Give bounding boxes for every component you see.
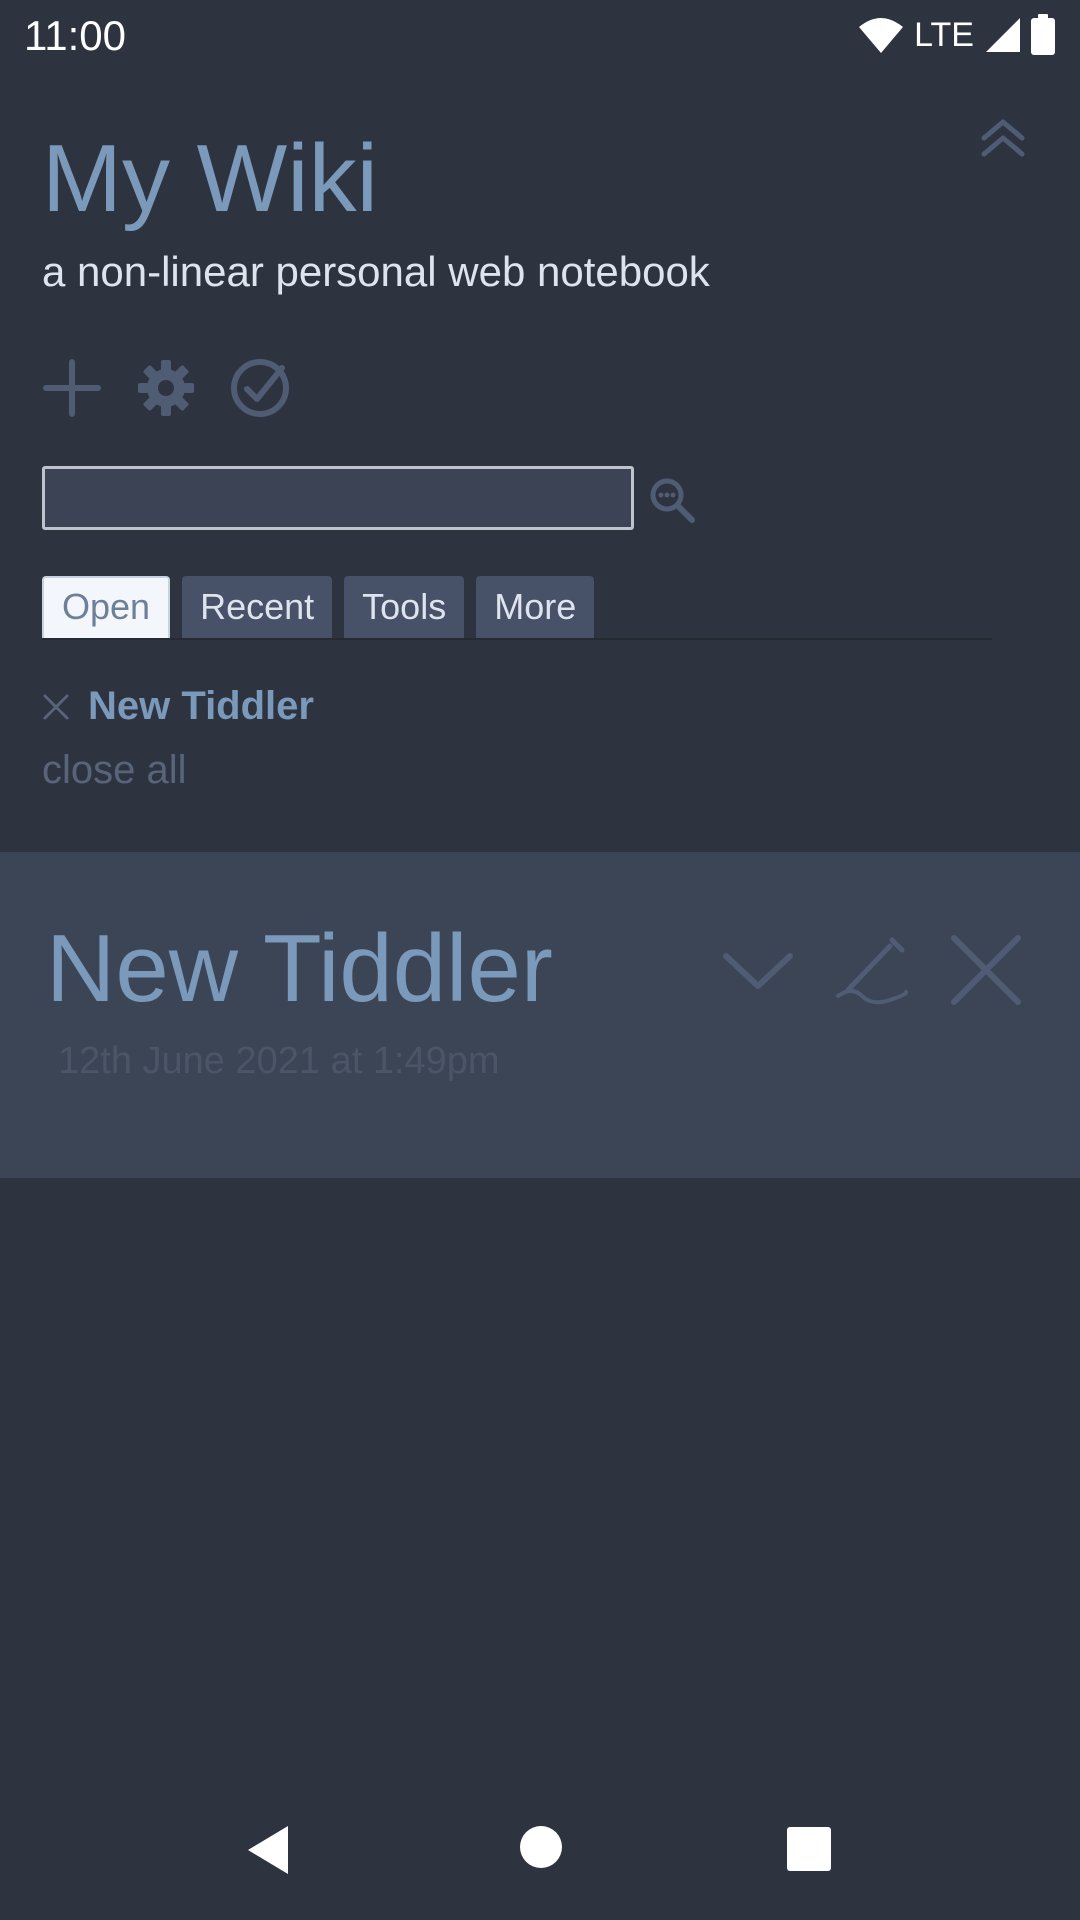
status-bar: 11:00 LTE: [0, 0, 1080, 72]
chevron-down-icon[interactable]: [718, 930, 798, 1010]
home-icon[interactable]: [518, 1824, 564, 1870]
status-time: 11:00: [24, 12, 126, 59]
page-toolbar: [40, 356, 292, 420]
tab-open[interactable]: Open: [42, 576, 171, 638]
collapse-sidebar-icon[interactable]: [978, 116, 1028, 160]
tiddler-panel: New Tiddler 12th June 2021 at 1:49pm: [0, 852, 1080, 1178]
sidebar-tabs: Open Recent Tools More: [42, 576, 595, 638]
open-tiddlers-list: New Tiddler: [42, 684, 314, 729]
tab-divider: [42, 638, 992, 640]
navigation-bar: [0, 1800, 1080, 1920]
open-tiddler-link[interactable]: New Tiddler: [88, 684, 314, 729]
close-all-button[interactable]: close all: [42, 748, 187, 793]
site-subtitle: a non-linear personal web notebook: [42, 248, 710, 295]
plus-icon[interactable]: [40, 356, 104, 420]
search-input[interactable]: [42, 466, 634, 530]
tiddler-controls: [718, 930, 1026, 1010]
network-type: LTE: [914, 15, 974, 54]
tiddler-date: 12th June 2021 at 1:49pm: [58, 1040, 500, 1082]
gear-icon[interactable]: [134, 356, 198, 420]
recents-icon[interactable]: [786, 1826, 832, 1872]
battery-icon: [1031, 14, 1055, 55]
site-title: My Wiki: [42, 125, 378, 232]
search-icon[interactable]: [648, 476, 696, 524]
list-item: New Tiddler: [42, 684, 314, 729]
close-icon[interactable]: [946, 930, 1026, 1010]
status-icons: LTE: [858, 14, 1056, 56]
signal-icon: [986, 18, 1020, 52]
tab-recent[interactable]: Recent: [182, 576, 333, 638]
close-icon[interactable]: [42, 693, 70, 721]
tab-more[interactable]: More: [476, 576, 595, 638]
edit-pencil-icon[interactable]: [832, 930, 912, 1010]
tiddler-title[interactable]: New Tiddler: [46, 914, 553, 1024]
back-icon[interactable]: [244, 1824, 292, 1876]
tab-tools[interactable]: Tools: [344, 576, 465, 638]
check-circle-icon[interactable]: [228, 356, 292, 420]
wifi-icon: [859, 18, 904, 53]
